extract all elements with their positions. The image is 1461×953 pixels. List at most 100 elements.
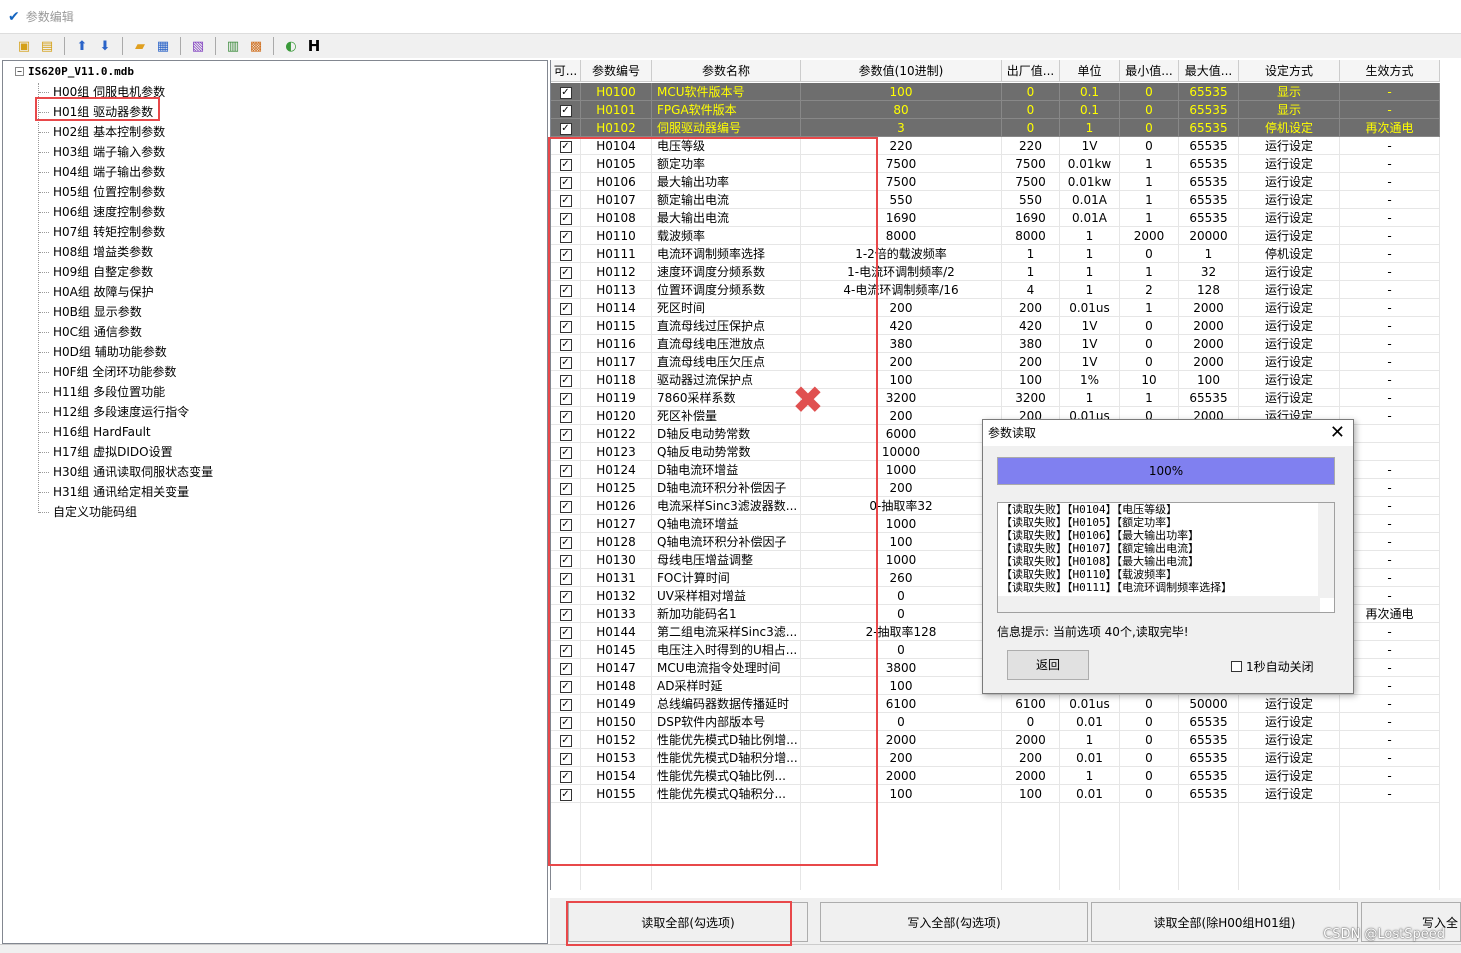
table-row[interactable]: ✓ H0150 DSP软件内部版本号 0 0 0.01 0 65535 运行设定 - [551,713,1440,731]
open-folder-icon[interactable]: ▰ [130,36,150,56]
checkbox-cell[interactable]: ✓ [551,587,581,605]
checkbox-checked-icon[interactable]: ✓ [559,680,572,693]
checkbox-checked-icon[interactable]: ✓ [559,212,572,225]
table-row[interactable]: ✓ H0115 直流母线过压保护点 420 420 1V 0 2000 运行设定 - [551,317,1440,335]
checkbox-cell[interactable]: ✓ [551,497,581,515]
checkbox-checked-icon[interactable]: ✓ [559,122,572,135]
checkbox-cell[interactable]: ✓ [551,317,581,335]
checkbox-checked-icon[interactable]: ✓ [559,266,572,279]
column-header[interactable]: 参数名称 [652,60,801,82]
checkbox-cell[interactable]: ✓ [551,515,581,533]
back-button[interactable]: 返回 [1007,650,1089,680]
close-icon[interactable]: ✕ [1330,422,1345,443]
checkbox-checked-icon[interactable]: ✓ [559,518,572,531]
checkbox-checked-icon[interactable]: ✓ [559,626,572,639]
checkbox-checked-icon[interactable]: ✓ [559,374,572,387]
checkbox-cell[interactable]: ✓ [551,245,581,263]
checkbox-cell[interactable]: ✓ [551,425,581,443]
column-header[interactable]: 生效方式 [1340,60,1440,82]
checkbox-checked-icon[interactable]: ✓ [559,788,572,801]
table-row[interactable]: ✓ H0107 额定输出电流 550 550 0.01A 1 65535 运行设定 - [551,191,1440,209]
table-row[interactable]: ✓ H0118 驱动器过流保护点 100 100 1% 10 100 运行设定 - [551,371,1440,389]
column-header[interactable]: 最小值... [1120,60,1179,82]
contrast-icon[interactable]: ◐ [281,36,301,56]
move-up-icon[interactable]: ⬆ [72,36,92,56]
collapse-icon[interactable]: − [15,67,24,76]
checkbox-cell[interactable]: ✓ [551,83,581,101]
checkbox-cell[interactable]: ✓ [551,335,581,353]
read-all-except-button[interactable]: 读取全部(除H00组H01组) [1091,902,1358,942]
write-all-checked-button[interactable]: 写入全部(勾选项) [820,902,1088,942]
checkbox-cell[interactable]: ✓ [551,641,581,659]
checkbox-cell[interactable]: ✓ [551,749,581,767]
checkbox-cell[interactable]: ✓ [551,353,581,371]
checkbox-cell[interactable]: ✓ [551,551,581,569]
table-row[interactable]: ✓ H0154 性能优先模式Q轴比例... 2000 2000 1 0 65535 运行设定 - [551,767,1440,785]
checkbox-checked-icon[interactable]: ✓ [559,662,572,675]
tree-item[interactable]: H03组 端子输入参数 [38,143,167,161]
checkbox-checked-icon[interactable]: ✓ [559,428,572,441]
column-header[interactable]: 设定方式 [1239,60,1340,82]
tree-item[interactable]: H0C组 通信参数 [39,323,144,341]
checkbox-cell[interactable]: ✓ [551,299,581,317]
checkbox-cell[interactable]: ✓ [551,371,581,389]
table-row[interactable]: ✓ H0104 电压等级 220 220 1V 0 65535 运行设定 - [551,137,1440,155]
add-icon[interactable]: ▤ [37,36,57,56]
checkbox-cell[interactable]: ✓ [551,785,581,803]
checkbox-cell[interactable]: ✓ [551,137,581,155]
checkbox-checked-icon[interactable]: ✓ [559,500,572,513]
checkbox-checked-icon[interactable]: ✓ [559,536,572,549]
tree-item[interactable]: H00组 伺服电机参数 [38,83,167,101]
column-header[interactable]: 参数值(10进制) [801,60,1002,82]
tree-item[interactable]: H16组 HardFault [39,423,153,441]
checkbox-checked-icon[interactable]: ✓ [559,194,572,207]
checkbox-checked-icon[interactable]: ✓ [559,392,572,405]
tree-item[interactable]: H0F组 全闭环功能参数 [38,363,178,381]
checkbox-checked-icon[interactable]: ✓ [559,230,572,243]
checkbox-cell[interactable]: ✓ [551,407,581,425]
checkbox-checked-icon[interactable]: ✓ [559,752,572,765]
tree-root[interactable]: − IS620P_V11.0.mdb [15,65,134,78]
checkbox-checked-icon[interactable]: ✓ [559,572,572,585]
column-header[interactable]: 可... [551,60,581,82]
checkbox-cell[interactable]: ✓ [551,119,581,137]
table-row[interactable]: ✓ H0100 MCU软件版本号 100 0 0.1 0 65535 显示 - [551,83,1440,101]
checkbox-checked-icon[interactable]: ✓ [559,320,572,333]
checkbox-checked-icon[interactable]: ✓ [559,590,572,603]
table-row[interactable]: ✓ H0152 性能优先模式D轴比例增... 2000 2000 1 0 65535 运行设定 - [551,731,1440,749]
checkbox-checked-icon[interactable]: ✓ [559,248,572,261]
move-down-icon[interactable]: ⬇ [95,36,115,56]
vertical-scrollbar[interactable] [1318,503,1334,598]
checkbox-cell[interactable]: ✓ [551,263,581,281]
checkbox-checked-icon[interactable]: ✓ [559,410,572,423]
table-row[interactable]: ✓ H0117 直流母线电压欠压点 200 200 1V 0 2000 运行设定 - [551,353,1440,371]
checkbox-checked-icon[interactable]: ✓ [559,554,572,567]
tree-item[interactable]: H05组 位置控制参数 [38,183,167,201]
checkbox-checked-icon[interactable]: ✓ [559,770,572,783]
save-icon[interactable]: ▦ [153,36,173,56]
checkbox-checked-icon[interactable]: ✓ [559,716,572,729]
checkbox-cell[interactable]: ✓ [551,533,581,551]
checkbox-checked-icon[interactable]: ✓ [559,734,572,747]
table-row[interactable]: ✓ H0112 速度环调度分频系数 1-电流环调制频率/2 1 1 1 32 运行设定 - [551,263,1440,281]
checkbox-checked-icon[interactable]: ✓ [559,356,572,369]
tree-item[interactable]: H0D组 辅助功能参数 [39,343,169,361]
checkbox-checked-icon[interactable]: ✓ [559,158,572,171]
checkbox-cell[interactable]: ✓ [551,731,581,749]
column-header[interactable]: 出厂值... [1002,60,1060,82]
checkbox-cell[interactable]: ✓ [551,677,581,695]
checkbox-cell[interactable]: ✓ [551,623,581,641]
tree-item[interactable]: H08组 增益类参数 [38,243,155,261]
checkbox-cell[interactable]: ✓ [551,101,581,119]
checkbox-cell[interactable]: ✓ [551,569,581,587]
checkbox-icon[interactable] [1231,661,1242,672]
checkbox-cell[interactable]: ✓ [551,767,581,785]
checkbox-cell[interactable]: ✓ [551,443,581,461]
checkbox-checked-icon[interactable]: ✓ [559,140,572,153]
tree-item[interactable]: H01组 驱动器参数 [38,103,155,121]
table-row[interactable]: ✓ H0102 伺服驱动器编号 3 0 1 0 65535 停机设定 再次通电 [551,119,1440,137]
tree-item[interactable]: H07组 转矩控制参数 [38,223,167,241]
checkbox-checked-icon[interactable]: ✓ [559,338,572,351]
tree-item[interactable]: H17组 虚拟DIDO设置 [39,443,175,461]
tree-item[interactable]: H11组 多段位置功能 [38,383,167,401]
